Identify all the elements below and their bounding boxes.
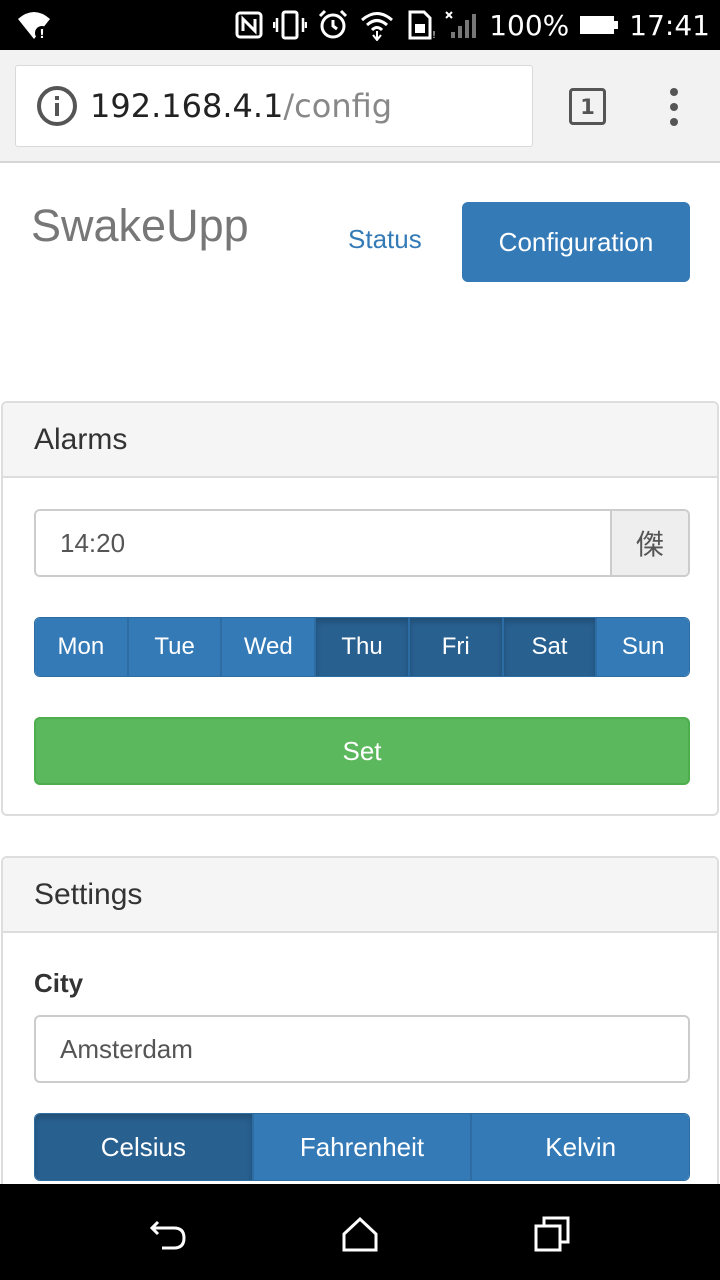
sim-icon: ! [408,10,435,40]
day-toggle-sun[interactable]: Sun [597,618,689,676]
browser-toolbar: 192.168.4.1/config 1 [0,50,720,163]
vibrate-icon [273,10,308,40]
unit-toggle-fahrenheit[interactable]: Fahrenheit [253,1114,473,1180]
set-alarm-button[interactable]: Set [34,717,690,785]
overflow-menu-icon[interactable] [664,88,684,126]
back-icon[interactable] [148,1214,188,1254]
day-toggle-tue[interactable]: Tue [128,618,223,676]
nav-link-status[interactable]: Status [348,224,422,255]
nfc-icon [235,11,263,39]
alarm-icon [319,9,348,39]
wifi-alert-icon: ! [18,12,50,41]
url-host: 192.168.4.1 [90,87,284,125]
day-toggle-thu[interactable]: Thu [316,618,410,676]
wifi-icon [361,12,394,41]
time-addon-icon: 傑 [610,511,688,575]
day-toggle-wed[interactable]: Wed [222,618,317,676]
day-toggle-mon[interactable]: Mon [35,618,129,676]
unit-toggle-kelvin[interactable]: Kelvin [472,1114,689,1180]
svg-text:!: ! [39,27,44,41]
system-nav-bar [0,1184,720,1280]
alarms-panel-title: Alarms [3,403,717,478]
alarms-panel: Alarms 傑 Mon Tue Wed Thu Fri Sat Sun Set [1,401,719,816]
svg-text:!: ! [432,30,435,40]
settings-panel: Settings City Celsius Fahrenheit Kelvin [1,856,719,1196]
address-bar[interactable]: 192.168.4.1/config [15,65,533,147]
city-input[interactable] [34,1015,690,1083]
signal-icon [445,11,477,38]
battery-percent: 100% [489,8,570,42]
unit-toggle-group: Celsius Fahrenheit Kelvin [34,1113,690,1181]
info-icon[interactable] [36,85,78,127]
day-toggle-fri[interactable]: Fri [409,618,504,676]
url-text[interactable]: 192.168.4.1/config [90,87,392,125]
alarm-time-input[interactable] [36,511,610,575]
clock: 17:41 [629,8,710,42]
unit-toggle-celsius[interactable]: Celsius [35,1114,254,1180]
recents-icon[interactable] [532,1214,572,1254]
battery-icon [580,16,619,34]
brand-title[interactable]: SwakeUpp [31,200,249,252]
day-toggle-group: Mon Tue Wed Thu Fri Sat Sun [34,617,690,677]
settings-panel-title: Settings [3,858,717,933]
city-label: City [34,968,84,998]
nav-link-configuration[interactable]: Configuration [462,202,690,282]
status-bar: ! ! [0,0,720,50]
home-icon[interactable] [340,1214,380,1254]
alarm-time-group: 傑 [34,509,690,577]
tab-switcher-button[interactable]: 1 [569,88,606,125]
url-path: /config [283,87,393,125]
day-toggle-sat[interactable]: Sat [503,618,598,676]
